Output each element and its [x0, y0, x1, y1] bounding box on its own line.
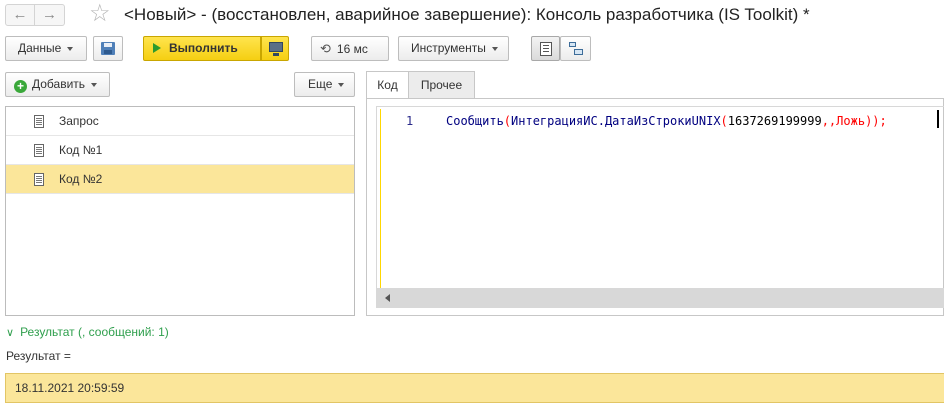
chevron-down-icon: [338, 82, 345, 87]
list-view-icon: [540, 42, 552, 56]
code-token-close: ));: [865, 114, 887, 128]
chevron-down-icon: [491, 46, 498, 51]
result-label: Результат =: [6, 349, 71, 363]
more-button-label: Еще: [308, 77, 333, 91]
result-section-toggle[interactable]: ∨ Результат (, сообщений: 1): [6, 325, 169, 339]
code-token-commas: ,,: [821, 114, 837, 128]
tab-code[interactable]: Код: [366, 71, 409, 99]
list-item-query[interactable]: Запрос: [6, 107, 354, 136]
monitor-icon: [269, 42, 283, 52]
code-list: Запрос Код №1 Код №2: [5, 106, 355, 316]
view-tree-button[interactable]: [560, 36, 591, 61]
forward-button[interactable]: →: [35, 4, 65, 26]
code-token-keyword: Ложь: [836, 114, 866, 128]
document-icon: [34, 173, 44, 186]
tab-other[interactable]: Прочее: [409, 71, 475, 99]
list-item-label: Код №2: [59, 172, 103, 186]
query-document-icon: [34, 115, 44, 128]
star-icon[interactable]: ☆: [89, 1, 111, 27]
list-item-code-1[interactable]: Код №1: [6, 136, 354, 165]
back-button[interactable]: ←: [5, 4, 35, 26]
code-token-paren: (: [503, 114, 512, 128]
line-number: 1: [406, 114, 414, 128]
scroll-left-icon[interactable]: [385, 294, 390, 302]
play-icon: [153, 43, 161, 53]
data-menu-label: Данные: [18, 41, 62, 55]
history-clock-icon: ⟲: [320, 41, 331, 56]
floppy-disk-icon: [101, 42, 115, 55]
tools-menu-label: Инструменты: [411, 41, 486, 55]
code-token-call: ИнтеграцияИС.ДатаИзСтрокиUNIX: [511, 114, 721, 128]
chevron-down-icon: [67, 46, 74, 51]
code-token-paren: (: [720, 114, 728, 128]
document-icon: [34, 144, 44, 157]
more-button[interactable]: Еще: [294, 72, 355, 97]
list-item-label: Код №1: [59, 143, 103, 157]
tree-view-icon: [569, 42, 583, 56]
list-item-label: Запрос: [59, 114, 99, 128]
window-title: <Новый> - (восстановлен, аварийное завер…: [124, 5, 810, 24]
code-token-number: 1637269199999: [727, 114, 822, 128]
horizontal-scrollbar[interactable]: [377, 288, 944, 307]
code-editor[interactable]: 1 Сообщить(ИнтеграцияИС.ДатаИзСтрокиUNIX…: [376, 106, 944, 308]
view-list-button[interactable]: [531, 36, 560, 61]
list-item-code-2[interactable]: Код №2: [6, 165, 354, 194]
code-editor-panel: 1 Сообщить(ИнтеграцияИС.ДатаИзСтрокиUNIX…: [366, 98, 944, 316]
plus-circle-icon: +: [14, 80, 27, 93]
chevron-down-icon: ∨: [6, 327, 15, 339]
chevron-down-icon: [91, 82, 98, 87]
run-button[interactable]: Выполнить: [143, 36, 261, 61]
code-token-function: Сообщить: [446, 114, 504, 128]
add-button[interactable]: + Добавить: [5, 72, 110, 97]
result-value[interactable]: 18.11.2021 20:59:59: [5, 373, 944, 403]
arrow-left-icon: ←: [12, 6, 28, 23]
timer-label: 16 мс: [336, 42, 368, 56]
arrow-right-icon: →: [42, 6, 57, 23]
code-line[interactable]: Сообщить(ИнтеграцияИС.ДатаИзСтрокиUNIX(1…: [444, 112, 889, 130]
result-header-label: Результат (, сообщений: 1): [20, 325, 169, 339]
add-button-label: Добавить: [32, 77, 86, 91]
save-button[interactable]: [93, 36, 123, 61]
run-on-server-button[interactable]: [261, 36, 289, 61]
tools-menu-button[interactable]: Инструменты: [398, 36, 509, 61]
run-button-label: Выполнить: [169, 41, 238, 55]
change-marker: [380, 109, 381, 305]
timer-button[interactable]: ⟲ 16 мс: [311, 36, 389, 61]
text-cursor: [937, 110, 939, 128]
title-bar: ← → ☆ <Новый> - (восстановлен, аварийное…: [0, 0, 944, 32]
data-menu-button[interactable]: Данные: [5, 36, 87, 61]
